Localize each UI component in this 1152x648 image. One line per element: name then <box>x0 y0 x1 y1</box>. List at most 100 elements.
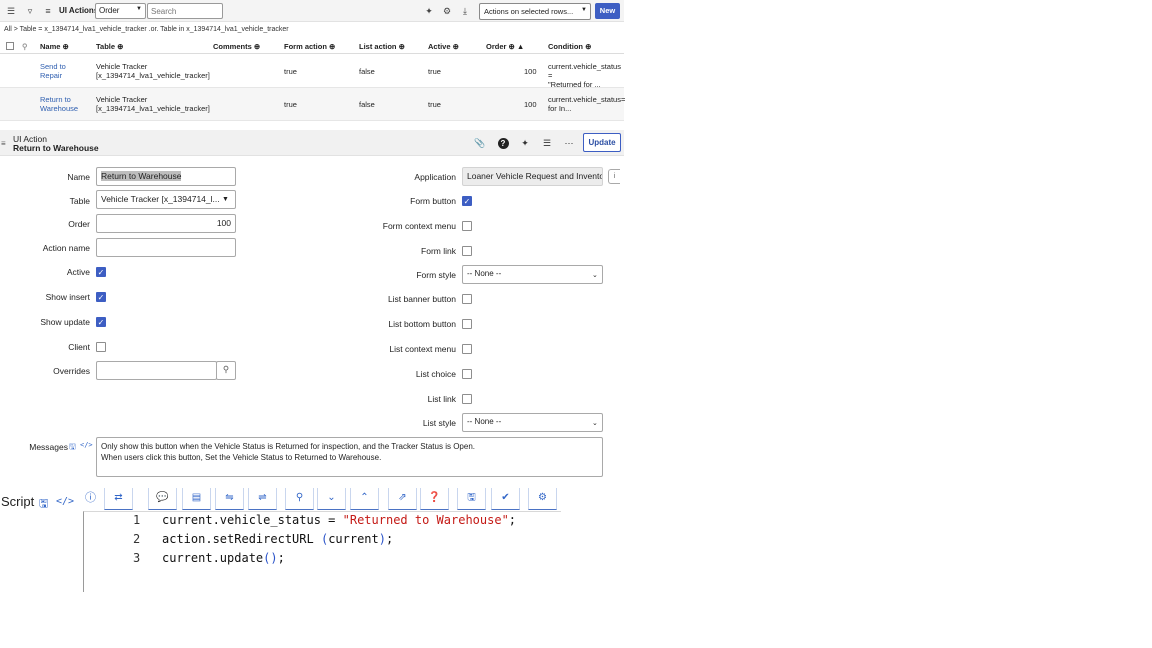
update-button[interactable]: Update <box>583 133 621 152</box>
overrides-field[interactable] <box>96 361 217 380</box>
list-context-menu-label: List context menu <box>389 344 456 354</box>
help-circle-icon[interactable]: ⓘ <box>83 489 98 504</box>
debug-icon[interactable]: ⚙ <box>528 488 557 510</box>
code-icon[interactable]: </> <box>56 496 74 507</box>
table-row[interactable]: Send to Repair Vehicle Tracker [x_1394714_… <box>0 55 624 89</box>
save-icon[interactable]: 🖫 <box>457 488 486 510</box>
list-style-value: -- None -- <box>467 417 502 426</box>
more-options-icon[interactable]: ⋯ <box>562 137 576 150</box>
pin-icon[interactable]: ✦ <box>423 5 435 17</box>
fullscreen-icon[interactable]: ⇗ <box>388 488 417 510</box>
column-header-active[interactable]: Active ⊕ <box>428 42 459 51</box>
order-field[interactable]: 100 <box>96 214 236 233</box>
client-checkbox[interactable] <box>96 342 106 352</box>
row-condition-cell: current.vehicle_status = "Returned for ..… <box>548 62 621 89</box>
hamburger-menu-icon[interactable]: ☰ <box>5 5 17 17</box>
list-bottom-button-label: List bottom button <box>388 319 456 329</box>
show-update-checkbox[interactable]: ✓ <box>96 317 106 327</box>
form-menu-icon[interactable]: ≡ <box>1 139 6 148</box>
row-order-cell: 100 <box>524 67 537 76</box>
form-button-checkbox[interactable]: ✓ <box>462 196 472 206</box>
code-line[interactable]: current.vehicle_status = "Returned to Wa… <box>162 513 516 527</box>
column-header-form-action[interactable]: Form action ⊕ <box>284 42 335 51</box>
action-name-field[interactable] <box>96 238 236 257</box>
row-table-cell: Vehicle Tracker [x_1394714_lva1_vehicle_t… <box>96 95 210 113</box>
search-field-select-value: Order <box>99 6 120 15</box>
application-field: Loaner Vehicle Request and Invento <box>462 167 603 186</box>
list-context-menu-checkbox[interactable] <box>462 344 472 354</box>
save-icon[interactable]: 🖫 <box>39 495 48 514</box>
show-insert-label: Show insert <box>45 292 90 302</box>
settings-sliders-icon[interactable]: ☰ <box>540 137 554 150</box>
help-icon[interactable]: ? <box>496 137 510 150</box>
table-select-value: Vehicle Tracker [x_1394714_l... <box>101 194 220 204</box>
form-style-select[interactable]: -- None -- <box>462 265 603 284</box>
code-icon[interactable]: </> <box>80 441 93 449</box>
row-name-link[interactable]: Send to Repair <box>40 62 66 80</box>
table-row[interactable]: Return to Warehouse Vehicle Tracker [x_139… <box>0 88 626 121</box>
form-style-label: Form style <box>416 270 456 280</box>
row-name-link[interactable]: Return to Warehouse <box>40 95 78 113</box>
list-style-label: List style <box>422 418 456 428</box>
check-syntax-icon[interactable]: ✔ <box>491 488 520 510</box>
chevron-up-icon[interactable]: ⌃ <box>350 488 379 510</box>
row-order-cell: 100 <box>524 100 537 109</box>
replace-icon[interactable]: ⇋ <box>215 488 244 510</box>
column-header-comments[interactable]: Comments ⊕ <box>213 42 260 51</box>
gear-icon[interactable]: ⚙ <box>441 5 453 17</box>
form-context-menu-checkbox[interactable] <box>462 221 472 231</box>
select-all-checkbox[interactable] <box>6 42 14 50</box>
chevron-down-icon: ⌄ <box>592 272 598 279</box>
new-button[interactable]: New <box>595 3 620 19</box>
column-header-list-action[interactable]: List action ⊕ <box>359 42 405 51</box>
search-icon[interactable]: ⚲ <box>216 361 236 380</box>
breadcrumb[interactable]: All > Table = x_1394714_lva1_vehicle_tra… <box>4 26 289 33</box>
line-number: 3 <box>133 551 141 565</box>
chevron-down-icon: ▼ <box>581 7 587 13</box>
format-code-icon[interactable]: ▤ <box>182 488 211 510</box>
list-link-checkbox[interactable] <box>462 394 472 404</box>
list-bottom-button-checkbox[interactable] <box>462 319 472 329</box>
name-field[interactable]: Return to Warehouse <box>96 167 236 186</box>
download-icon[interactable]: ⤓ <box>459 5 471 17</box>
active-checkbox[interactable]: ✓ <box>96 267 106 277</box>
paperclip-icon[interactable]: 📎 <box>473 137 487 150</box>
row-condition-cell: current.vehicle_status= for In... <box>548 95 626 113</box>
row-list-action-cell: false <box>359 67 375 76</box>
show-insert-checkbox[interactable]: ✓ <box>96 292 106 302</box>
form-link-checkbox[interactable] <box>462 246 472 256</box>
column-header-condition[interactable]: Condition ⊕ <box>548 42 591 51</box>
line-number: 1 <box>133 513 141 527</box>
column-search-icon[interactable]: ⚲ <box>22 42 28 51</box>
list-style-select[interactable]: -- None -- <box>462 413 603 432</box>
form-context-menu-label: Form context menu <box>382 221 456 231</box>
list-choice-checkbox[interactable] <box>462 369 472 379</box>
table-select[interactable]: Vehicle Tracker [x_1394714_l... <box>96 190 236 209</box>
code-line[interactable]: action.setRedirectURL (current); <box>162 532 393 546</box>
search-field-select[interactable]: Order ▼ <box>95 3 146 19</box>
info-icon[interactable]: i <box>608 169 620 184</box>
save-icon[interactable]: 🖫 <box>69 441 76 455</box>
help-icon[interactable]: ❓ <box>420 488 449 510</box>
activity-icon[interactable]: ✦ <box>518 137 532 150</box>
list-choice-label: List choice <box>415 369 456 379</box>
column-header-name[interactable]: Name ⊕ <box>40 42 69 51</box>
actions-on-selected-select[interactable]: Actions on selected rows... ▼ <box>479 3 591 20</box>
list-banner-button-checkbox[interactable] <box>462 294 472 304</box>
search-icon[interactable]: ⚲ <box>285 488 314 510</box>
form-link-label: Form link <box>421 246 456 256</box>
column-header-table[interactable]: Table ⊕ <box>96 42 123 51</box>
client-label: Client <box>68 342 90 352</box>
chevron-down-icon[interactable]: ⌄ <box>317 488 346 510</box>
search-input[interactable]: Search <box>147 3 223 19</box>
replace-all-icon[interactable]: ⇌ <box>248 488 277 510</box>
column-header-order[interactable]: Order ⊕ ▲ <box>486 42 524 51</box>
show-update-label: Show update <box>40 317 90 327</box>
list-menu-icon[interactable]: ≡ <box>42 5 54 17</box>
comment-icon[interactable]: 💬 <box>148 488 177 510</box>
code-line[interactable]: current.update(); <box>162 551 285 565</box>
row-active-cell: true <box>428 100 441 109</box>
filter-icon[interactable]: ▿ <box>24 5 36 17</box>
toggle-syntax-icon[interactable]: ⇄ <box>104 488 133 510</box>
messages-textarea[interactable]: Only show this button when the Vehicle S… <box>96 437 603 477</box>
